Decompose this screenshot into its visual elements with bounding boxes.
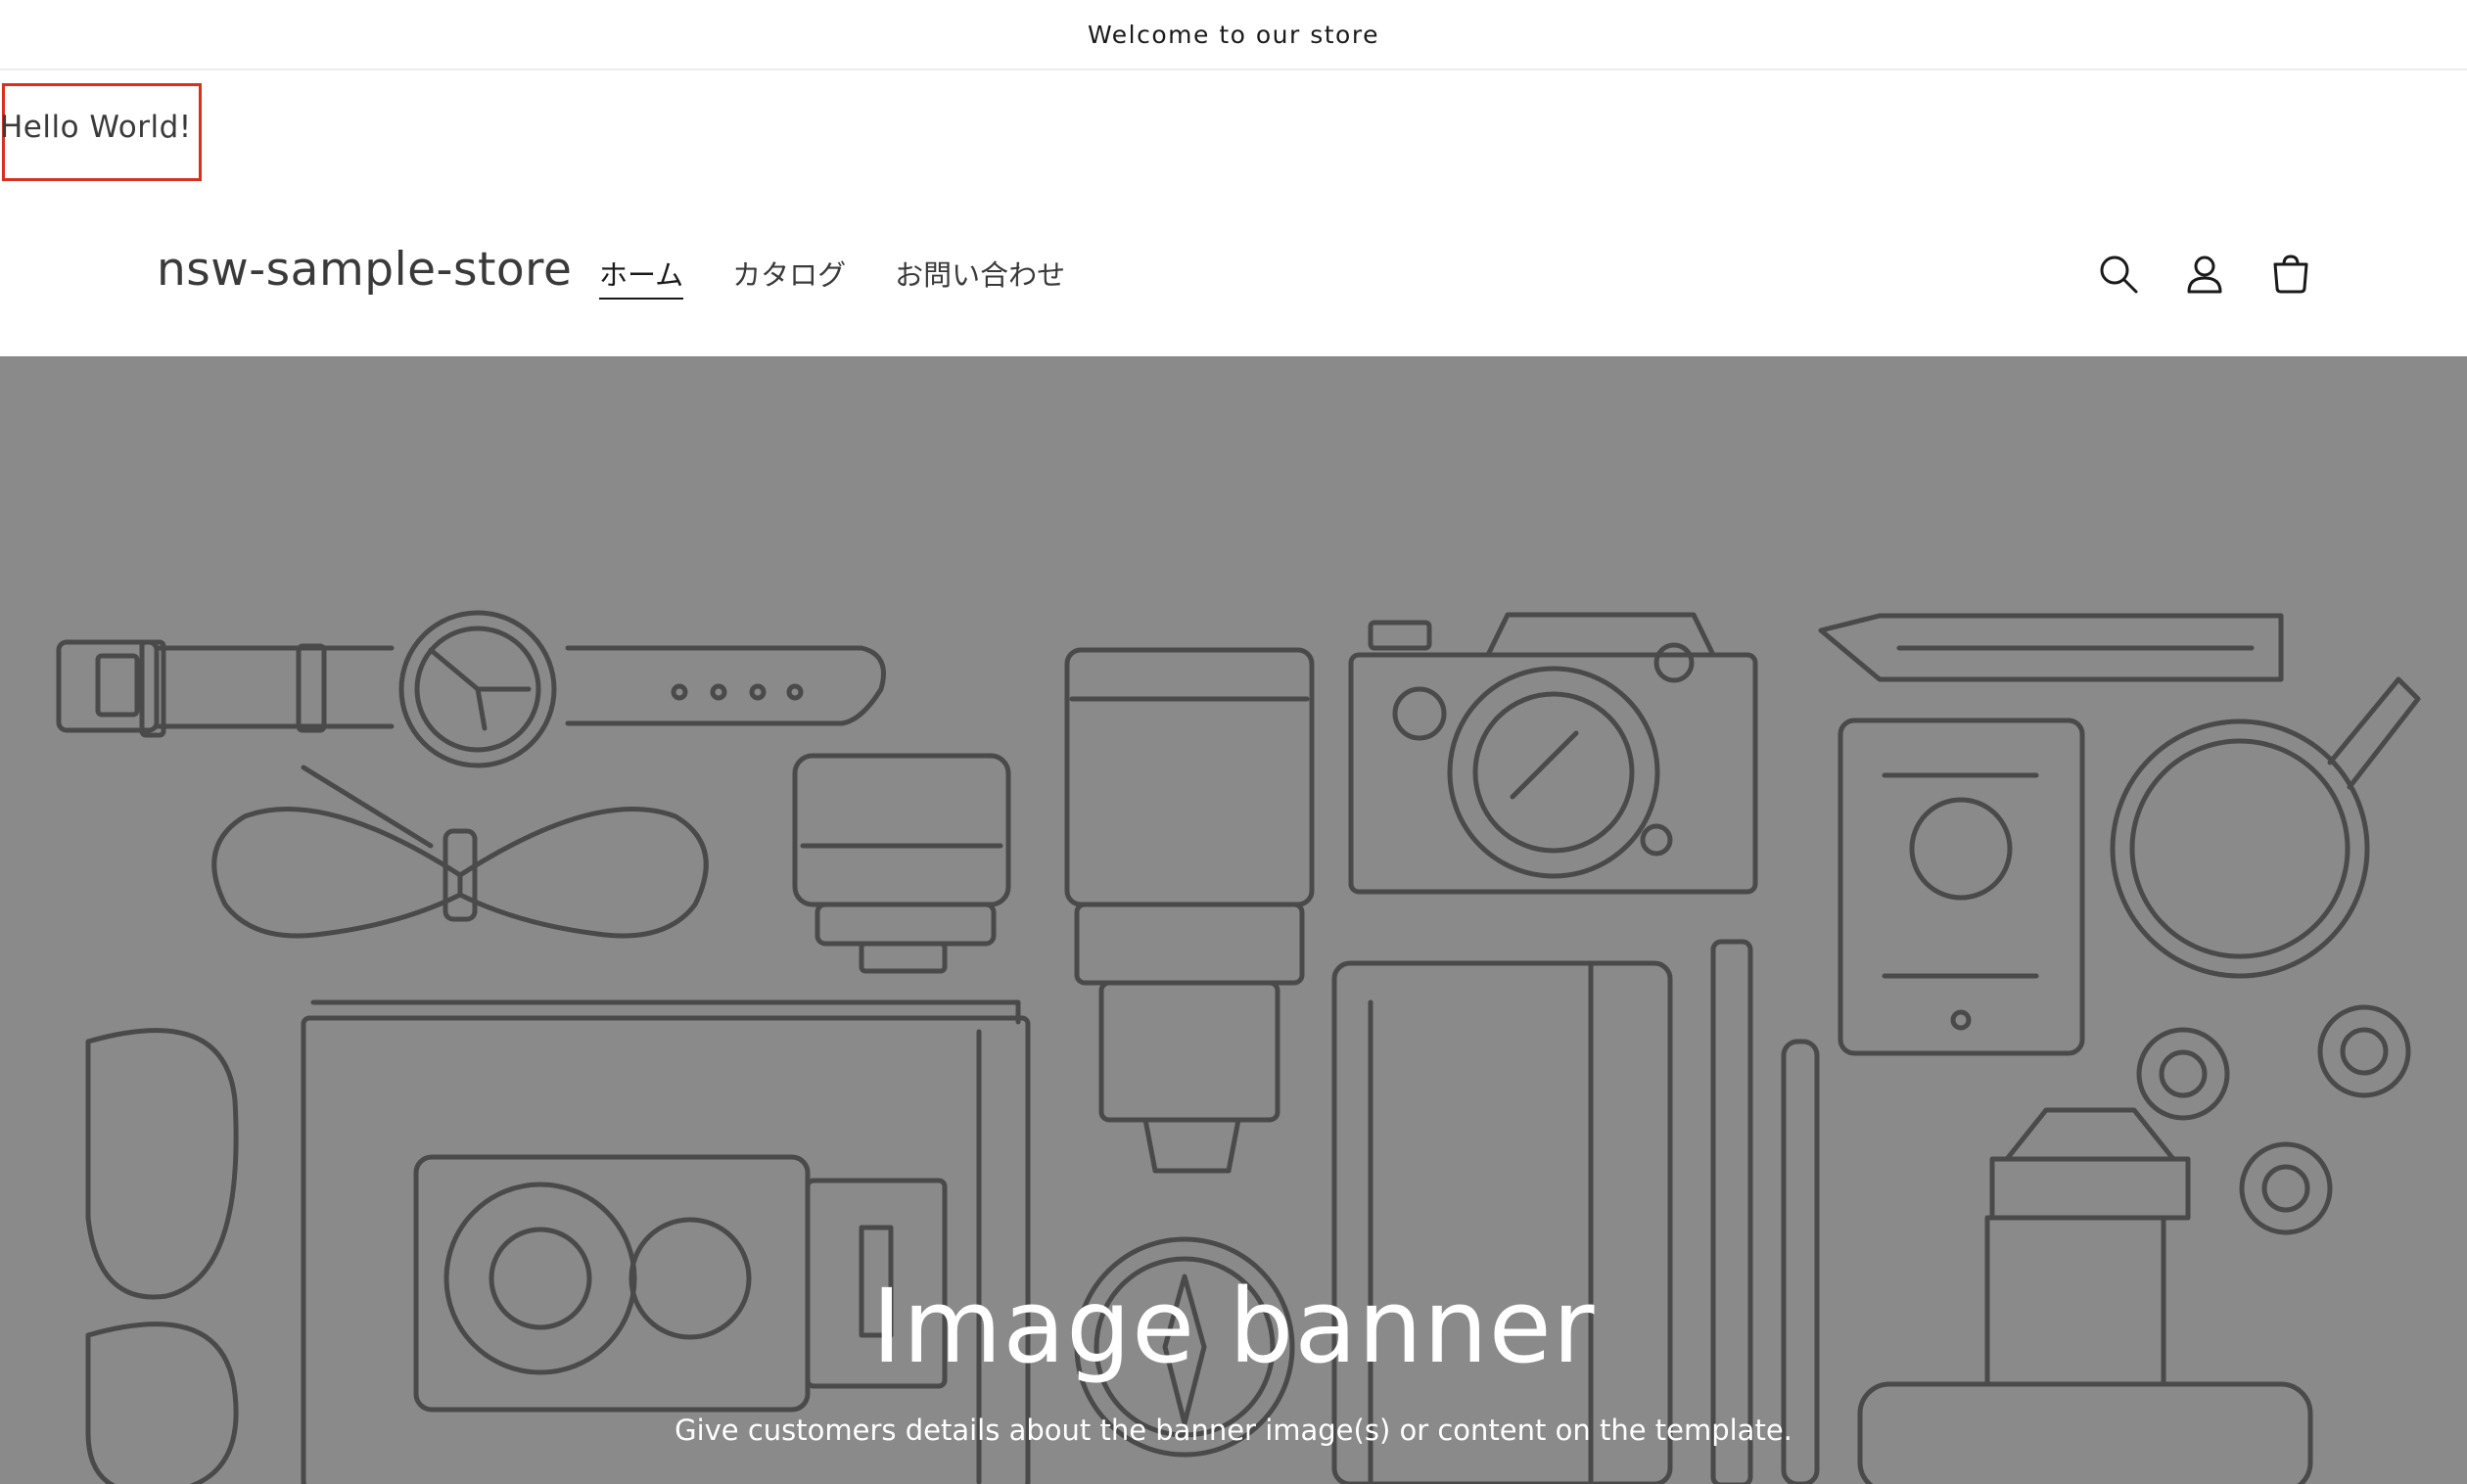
nav-item-home[interactable]: ホーム bbox=[599, 253, 684, 300]
nav-item-contact[interactable]: お問い合わせ bbox=[895, 253, 1065, 300]
passport-illustration bbox=[1838, 718, 2085, 1056]
image-banner: Image banner Give customers details abou… bbox=[0, 356, 2467, 1484]
search-icon bbox=[2100, 255, 2138, 294]
lens-large-illustration bbox=[1064, 647, 1315, 1174]
bowtie-illustration bbox=[211, 765, 709, 939]
search-button[interactable] bbox=[2091, 247, 2146, 301]
account-button[interactable] bbox=[2177, 247, 2232, 301]
custom-hello-text: Hello World! bbox=[0, 110, 192, 145]
store-logo-link[interactable]: nsw-sample-store bbox=[157, 243, 572, 297]
camera-illustration bbox=[1348, 612, 1758, 895]
main-nav: ホーム カタログ お問い合わせ bbox=[599, 253, 1065, 300]
banner-subtitle: Give customers details about the banner … bbox=[675, 1414, 1792, 1447]
watch-illustration bbox=[56, 610, 886, 768]
mug-illustration bbox=[2110, 676, 2421, 979]
cart-icon bbox=[2273, 255, 2308, 294]
nav-item-catalog[interactable]: カタログ bbox=[732, 253, 846, 300]
notebook-illustration bbox=[1331, 960, 1673, 1484]
announcement-text: Welcome to our store bbox=[1088, 20, 1379, 49]
site-header: nsw-sample-store ホーム カタログ お問い合わせ bbox=[0, 223, 2467, 356]
cart-button[interactable] bbox=[2263, 247, 2318, 301]
banner-title: Image banner bbox=[871, 1267, 1596, 1386]
pencil-illustration bbox=[1818, 613, 2284, 682]
account-icon bbox=[2187, 255, 2222, 294]
lens-small-illustration bbox=[792, 753, 1011, 974]
announcement-bar: Welcome to our store bbox=[0, 0, 2467, 70]
